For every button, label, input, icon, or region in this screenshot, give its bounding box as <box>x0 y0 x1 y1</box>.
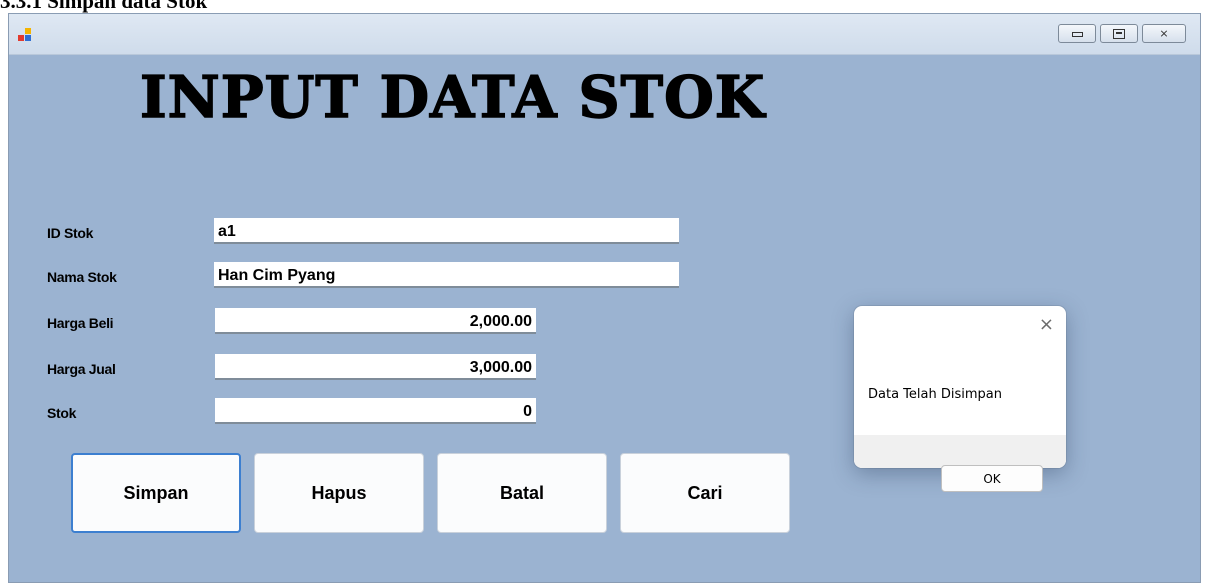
app-icon-blue-square <box>25 35 31 41</box>
dialog-message: Data Telah Disimpan <box>868 387 1002 402</box>
document-caption: 3.3.1 Simpan data Stok <box>0 0 208 13</box>
simpan-button[interactable]: Simpan <box>71 453 241 533</box>
label-id-stok: ID Stok <box>47 225 94 241</box>
nama-stok-input[interactable] <box>214 262 679 288</box>
label-nama-stok: Nama Stok <box>47 269 117 285</box>
minimize-icon <box>1071 32 1083 37</box>
form-heading: INPUT DATA STOK <box>139 63 766 132</box>
app-icon-yellow-square <box>25 28 31 34</box>
minimize-button[interactable] <box>1058 24 1096 43</box>
id-stok-input[interactable] <box>214 218 679 244</box>
stok-input[interactable] <box>215 398 536 424</box>
title-bar: ⨯ <box>9 14 1200 55</box>
app-icon <box>18 28 34 42</box>
harga-beli-input[interactable] <box>215 308 536 334</box>
dialog-footer <box>854 435 1066 468</box>
message-dialog: × Data Telah Disimpan <box>854 306 1066 468</box>
dialog-ok-button[interactable]: OK <box>941 465 1043 492</box>
dialog-close-icon[interactable]: × <box>1039 316 1054 334</box>
close-button[interactable]: ⨯ <box>1142 24 1186 43</box>
close-icon: ⨯ <box>1159 27 1169 40</box>
batal-button[interactable]: Batal <box>437 453 607 533</box>
maximize-button[interactable] <box>1100 24 1138 43</box>
harga-jual-input[interactable] <box>215 354 536 380</box>
hapus-button[interactable]: Hapus <box>254 453 424 533</box>
label-stok: Stok <box>47 405 77 421</box>
maximize-icon <box>1113 28 1125 39</box>
cari-button[interactable]: Cari <box>620 453 790 533</box>
window-controls: ⨯ <box>1058 24 1186 43</box>
label-harga-beli: Harga Beli <box>47 315 114 331</box>
app-icon-red-square <box>18 35 24 41</box>
label-harga-jual: Harga Jual <box>47 361 116 377</box>
